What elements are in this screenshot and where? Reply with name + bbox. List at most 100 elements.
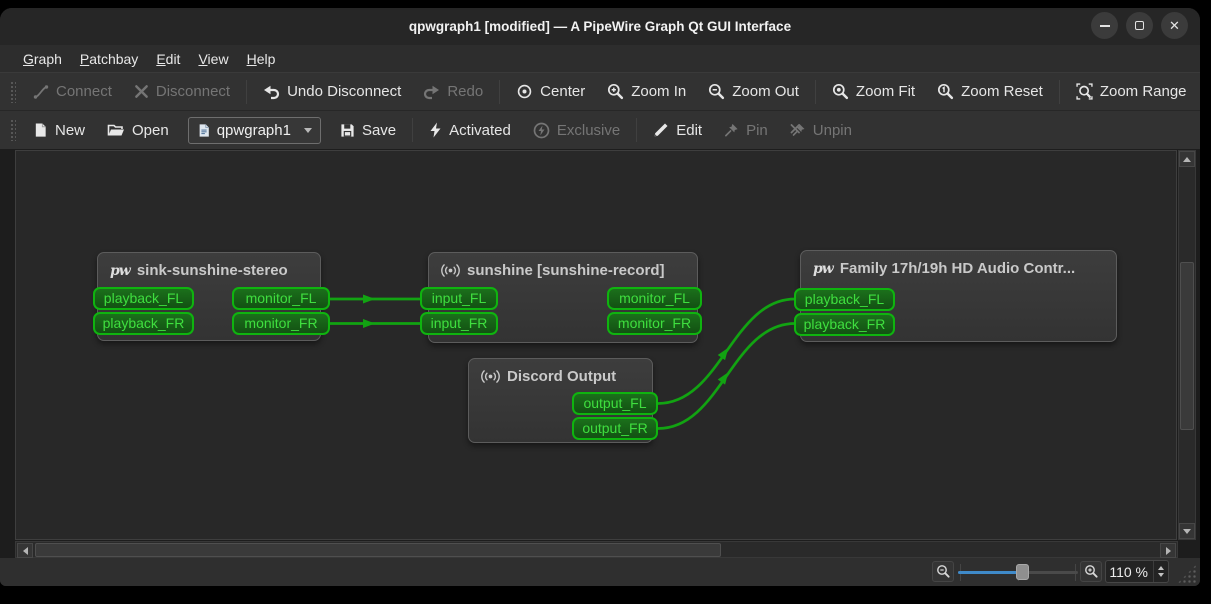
port-sink-playback-fl[interactable]: playback_FL <box>93 287 194 310</box>
graph-canvas[interactable]: pw sink-sunshine-stereo sunshine [sunshi… <box>15 150 1177 540</box>
zoom-percent-value: 110 % <box>1109 563 1148 580</box>
zoom-in-button[interactable]: Zoom In <box>596 77 697 107</box>
center-button[interactable]: Center <box>505 77 596 107</box>
scroll-up-button[interactable] <box>1179 151 1195 167</box>
toolbar-drag-handle[interactable] <box>10 119 16 141</box>
app-window: qpwgraph1 [modified] — A PipeWire Graph … <box>0 8 1200 586</box>
zoom-percent-spinbox[interactable]: 110 % <box>1105 560 1169 583</box>
menu-graph[interactable]: Graph <box>14 48 71 70</box>
statusbar-zoom-out-button[interactable] <box>932 561 954 582</box>
port-sink-monitor-fr[interactable]: monitor_FR <box>232 312 330 335</box>
spinbox-arrows[interactable] <box>1153 561 1168 582</box>
connect-button[interactable]: Connect <box>22 77 123 107</box>
port-sunshine-monitor-fr[interactable]: monitor_FR <box>607 312 702 335</box>
redo-button[interactable]: Redo <box>412 77 494 107</box>
disconnect-button[interactable]: Disconnect <box>123 77 241 107</box>
window-controls: ✕ <box>1091 12 1188 39</box>
zoom-slider-handle[interactable] <box>1016 564 1029 580</box>
port-sunshine-monitor-fl[interactable]: monitor_FL <box>607 287 702 310</box>
node-title: Family 17h/19h HD Audio Contr... <box>839 260 1076 277</box>
statusbar-zoom-in-button[interactable] <box>1080 561 1102 582</box>
zoom-fit-button[interactable]: Zoom Fit <box>821 77 926 107</box>
connect-icon <box>33 84 49 99</box>
zoom-out-icon <box>709 83 725 100</box>
zoom-in-icon <box>1084 565 1098 578</box>
zoom-range-button[interactable]: Zoom Range <box>1065 77 1198 107</box>
redo-icon <box>424 85 440 99</box>
exclusive-button[interactable]: Exclusive <box>522 115 631 145</box>
new-button[interactable]: New <box>22 115 96 145</box>
zoom-in-icon <box>608 83 624 100</box>
save-button[interactable]: Save <box>329 115 407 145</box>
patchbay-toolbar: New Open qpwgraph1 Save Activated Exclus… <box>0 110 1200 149</box>
open-button[interactable]: Open <box>96 115 180 145</box>
arrow-down-icon <box>1183 528 1191 534</box>
graph-view-frame: pw sink-sunshine-stereo sunshine [sunshi… <box>0 149 1200 558</box>
chevron-down-icon <box>303 127 312 133</box>
zoom-reset-icon <box>938 83 954 100</box>
title-bar: qpwgraph1 [modified] — A PipeWire Graph … <box>0 8 1200 45</box>
scroll-down-button[interactable] <box>1179 523 1195 539</box>
zoom-out-button[interactable]: Zoom Out <box>697 77 810 107</box>
undo-button[interactable]: Undo Disconnect <box>252 77 412 107</box>
patchbay-select-value: qpwgraph1 <box>216 121 291 139</box>
menu-view[interactable]: View <box>189 48 237 70</box>
edit-button[interactable]: Edit <box>642 115 713 145</box>
menu-help[interactable]: Help <box>238 48 285 70</box>
toolbar-separator <box>1058 79 1060 104</box>
spin-down-icon <box>1158 573 1164 577</box>
graph-toolbar: Connect Disconnect Undo Disconnect Redo <box>0 72 1200 110</box>
port-discord-output-fr[interactable]: output_FR <box>572 417 658 440</box>
zoom-out-icon <box>936 565 950 578</box>
port-discord-output-fl[interactable]: output_FL <box>572 392 658 415</box>
disconnect-icon <box>135 85 148 98</box>
audio-app-icon <box>481 370 500 383</box>
wire-arrow <box>717 372 729 385</box>
wire-arrow <box>363 319 375 328</box>
horizontal-scrollbar[interactable] <box>15 541 1178 558</box>
scroll-right-button[interactable] <box>1160 543 1176 558</box>
connection-wires <box>330 294 796 430</box>
zoom-slider[interactable] <box>958 558 1078 586</box>
maximize-button[interactable] <box>1126 12 1153 39</box>
audio-app-icon <box>441 264 460 277</box>
close-button[interactable]: ✕ <box>1161 12 1188 39</box>
node-title: Discord Output <box>507 368 617 385</box>
status-bar: 110 % <box>0 558 1200 586</box>
minimize-button[interactable] <box>1091 12 1118 39</box>
vertical-scrollbar[interactable] <box>1178 150 1196 540</box>
horizontal-scrollbar-thumb[interactable] <box>35 543 721 557</box>
wire-arrow <box>717 347 729 361</box>
activated-lightning-icon <box>430 122 441 138</box>
vertical-scrollbar-thumb[interactable] <box>1180 262 1194 430</box>
activated-button[interactable]: Activated <box>418 115 522 145</box>
toolbar-separator <box>412 118 414 142</box>
toolbar-separator <box>499 79 501 104</box>
node-title: sunshine [sunshine-record] <box>467 262 665 279</box>
pipewire-icon: pw <box>813 260 834 277</box>
menu-patchbay[interactable]: Patchbay <box>71 48 147 70</box>
window-resize-grip[interactable] <box>1177 564 1197 584</box>
window-title: qpwgraph1 [modified] — A PipeWire Graph … <box>408 19 792 34</box>
open-folder-icon <box>107 124 125 136</box>
center-icon <box>517 84 532 99</box>
menu-edit[interactable]: Edit <box>147 48 189 70</box>
port-family-playback-fr[interactable]: playback_FR <box>794 313 895 336</box>
port-sunshine-input-fr[interactable]: input_FR <box>420 312 498 335</box>
unpin-button[interactable]: Unpin <box>779 115 863 145</box>
port-sink-monitor-fl[interactable]: monitor_FL <box>232 287 330 310</box>
toolbar-drag-handle[interactable] <box>10 80 16 103</box>
new-file-icon <box>35 123 46 137</box>
port-family-playback-fl[interactable]: playback_FL <box>794 288 895 311</box>
close-icon: ✕ <box>1169 18 1180 33</box>
patchbay-select[interactable]: qpwgraph1 <box>187 116 321 144</box>
toolbar-separator <box>246 79 248 104</box>
wire-arrow <box>363 294 375 304</box>
edit-pencil-icon <box>654 123 668 137</box>
scroll-left-button[interactable] <box>17 543 33 558</box>
pin-button[interactable]: Pin <box>713 115 779 145</box>
zoom-reset-button[interactable]: Zoom Reset <box>926 77 1054 107</box>
port-sink-playback-fr[interactable]: playback_FR <box>93 312 194 335</box>
arrow-up-icon <box>1183 156 1191 162</box>
port-sunshine-input-fl[interactable]: input_FL <box>420 287 498 310</box>
